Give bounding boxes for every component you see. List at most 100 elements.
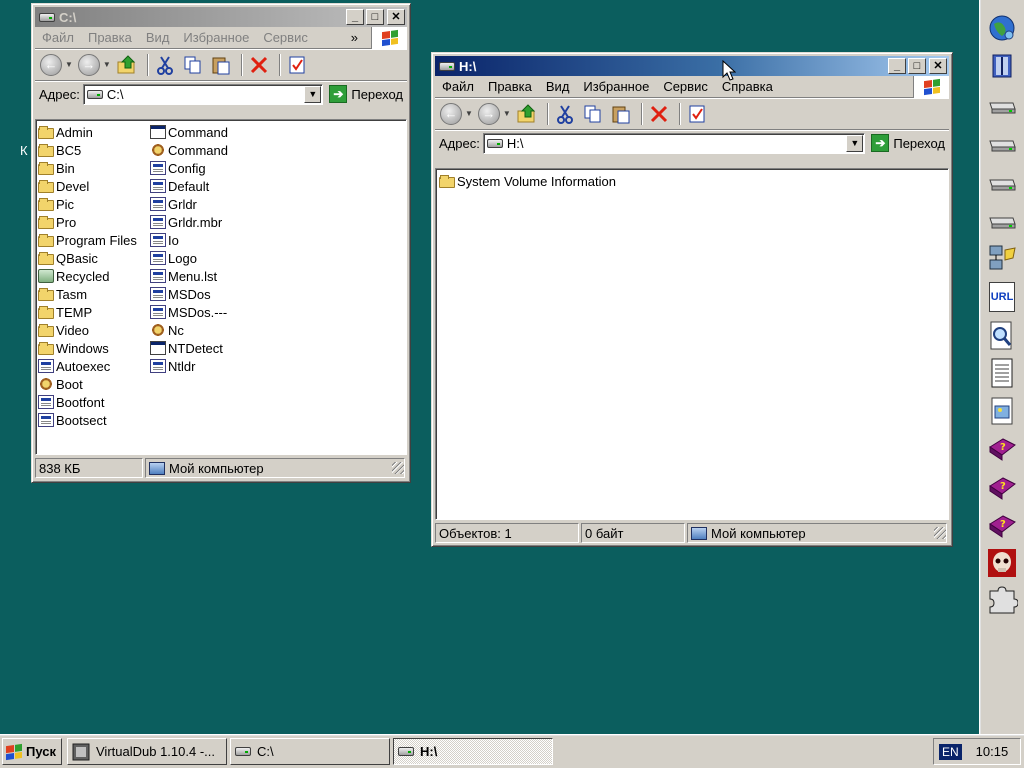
file-item[interactable]: Nc: [150, 321, 228, 339]
forward-dropdown-icon[interactable]: ▼: [103, 60, 111, 69]
file-item[interactable]: Io: [150, 231, 228, 249]
copy-button[interactable]: [181, 53, 205, 77]
task-virtualdub[interactable]: VirtualDub 1.10.4 -...: [67, 738, 227, 765]
forward-button[interactable]: →: [477, 102, 501, 126]
menu-view[interactable]: Вид: [139, 30, 177, 45]
up-folder-button[interactable]: [515, 102, 539, 126]
properties-button[interactable]: [285, 53, 309, 77]
file-item[interactable]: Command: [150, 141, 228, 159]
file-item[interactable]: Admin: [38, 123, 137, 141]
help-book-icon[interactable]: ?: [986, 472, 1018, 504]
close-button[interactable]: ✕: [387, 9, 405, 25]
cut-button[interactable]: [553, 102, 577, 126]
menu-favorites[interactable]: Избранное: [576, 79, 656, 94]
menu-edit[interactable]: Правка: [81, 30, 139, 45]
file-item[interactable]: Pic: [38, 195, 137, 213]
drive-icon[interactable]: [986, 90, 1018, 122]
clock[interactable]: 10:15: [976, 744, 1009, 759]
address-input[interactable]: C:\ ▼: [82, 83, 324, 105]
puzzle-icon[interactable]: [986, 584, 1018, 616]
menu-view[interactable]: Вид: [539, 79, 577, 94]
file-item[interactable]: Default: [150, 177, 228, 195]
file-list[interactable]: Admin BC5 Bin Devel Pic Pro Program Files QBasi…: [35, 119, 407, 455]
archive-icon[interactable]: [986, 50, 1018, 82]
menu-tools[interactable]: Сервис: [656, 79, 715, 94]
task-h-drive[interactable]: H:\: [393, 738, 553, 765]
back-dropdown-icon[interactable]: ▼: [65, 60, 73, 69]
file-item[interactable]: Windows: [38, 339, 137, 357]
resize-grip[interactable]: [934, 527, 946, 539]
file-item[interactable]: Grldr.mbr: [150, 213, 228, 231]
cut-button[interactable]: [153, 53, 177, 77]
language-indicator[interactable]: EN: [939, 743, 962, 760]
close-button[interactable]: ✕: [929, 58, 947, 74]
help-book-icon[interactable]: ?: [986, 510, 1018, 542]
file-list[interactable]: System Volume Information: [435, 168, 949, 520]
delete-button[interactable]: [647, 102, 671, 126]
maximize-button[interactable]: □: [366, 9, 384, 25]
paste-button[interactable]: [609, 102, 633, 126]
drive-icon[interactable]: [986, 205, 1018, 237]
minimize-button[interactable]: _: [888, 58, 906, 74]
maximize-button[interactable]: □: [908, 58, 926, 74]
file-item[interactable]: Bin: [38, 159, 137, 177]
file-item[interactable]: TEMP: [38, 303, 137, 321]
menu-edit[interactable]: Правка: [481, 79, 539, 94]
title-bar[interactable]: C:\ _ □ ✕: [35, 7, 407, 27]
minimize-button[interactable]: _: [346, 9, 364, 25]
globe-icon[interactable]: [986, 12, 1018, 44]
search-icon[interactable]: [986, 320, 1018, 352]
file-item[interactable]: Boot: [38, 375, 137, 393]
resize-grip[interactable]: [392, 462, 404, 474]
file-item[interactable]: MSDos.---: [150, 303, 228, 321]
paste-button[interactable]: [209, 53, 233, 77]
up-folder-button[interactable]: [115, 53, 139, 77]
desktop-icon-label[interactable]: К: [20, 143, 28, 158]
go-button[interactable]: ➔ Переход: [871, 134, 945, 152]
menu-file[interactable]: Файл: [35, 30, 81, 45]
file-item[interactable]: Config: [150, 159, 228, 177]
file-item[interactable]: Menu.lst: [150, 267, 228, 285]
file-item[interactable]: Autoexec: [38, 357, 137, 375]
back-button[interactable]: ←: [39, 53, 63, 77]
file-item[interactable]: Devel: [38, 177, 137, 195]
menu-file[interactable]: Файл: [435, 79, 481, 94]
file-item[interactable]: Tasm: [38, 285, 137, 303]
image-doc-icon[interactable]: [986, 395, 1018, 427]
file-item[interactable]: System Volume Information: [439, 172, 616, 190]
address-dropdown-button[interactable]: ▼: [304, 85, 322, 103]
task-c-drive[interactable]: C:\: [230, 738, 390, 765]
delete-button[interactable]: [247, 53, 271, 77]
file-item[interactable]: Bootsect: [38, 411, 137, 429]
menu-favorites[interactable]: Избранное: [176, 30, 256, 45]
file-item[interactable]: Bootfont: [38, 393, 137, 411]
back-dropdown-icon[interactable]: ▼: [465, 109, 473, 118]
help-book-icon[interactable]: ?: [986, 433, 1018, 465]
address-input[interactable]: H:\ ▼: [482, 132, 866, 154]
drive-icon[interactable]: [986, 128, 1018, 160]
menu-chevron[interactable]: »: [344, 30, 365, 45]
file-item[interactable]: Command: [150, 123, 228, 141]
file-item[interactable]: Video: [38, 321, 137, 339]
file-item[interactable]: Logo: [150, 249, 228, 267]
file-item[interactable]: Recycled: [38, 267, 137, 285]
address-dropdown-button[interactable]: ▼: [846, 134, 864, 152]
back-button[interactable]: ←: [439, 102, 463, 126]
start-button[interactable]: Пуск: [2, 738, 62, 765]
file-item[interactable]: Pro: [38, 213, 137, 231]
drive-icon[interactable]: [986, 167, 1018, 199]
file-item[interactable]: Ntldr: [150, 357, 228, 375]
network-icon[interactable]: [986, 243, 1018, 275]
url-icon[interactable]: URL: [986, 281, 1018, 313]
title-bar[interactable]: H:\ _ □ ✕: [435, 56, 949, 76]
file-item[interactable]: Grldr: [150, 195, 228, 213]
go-button[interactable]: ➔ Переход: [329, 85, 403, 103]
file-item[interactable]: BC5: [38, 141, 137, 159]
file-item[interactable]: MSDos: [150, 285, 228, 303]
forward-button[interactable]: →: [77, 53, 101, 77]
properties-button[interactable]: [685, 102, 709, 126]
menu-tools[interactable]: Сервис: [256, 30, 315, 45]
skull-game-icon[interactable]: [986, 547, 1018, 579]
file-item[interactable]: NTDetect: [150, 339, 228, 357]
forward-dropdown-icon[interactable]: ▼: [503, 109, 511, 118]
